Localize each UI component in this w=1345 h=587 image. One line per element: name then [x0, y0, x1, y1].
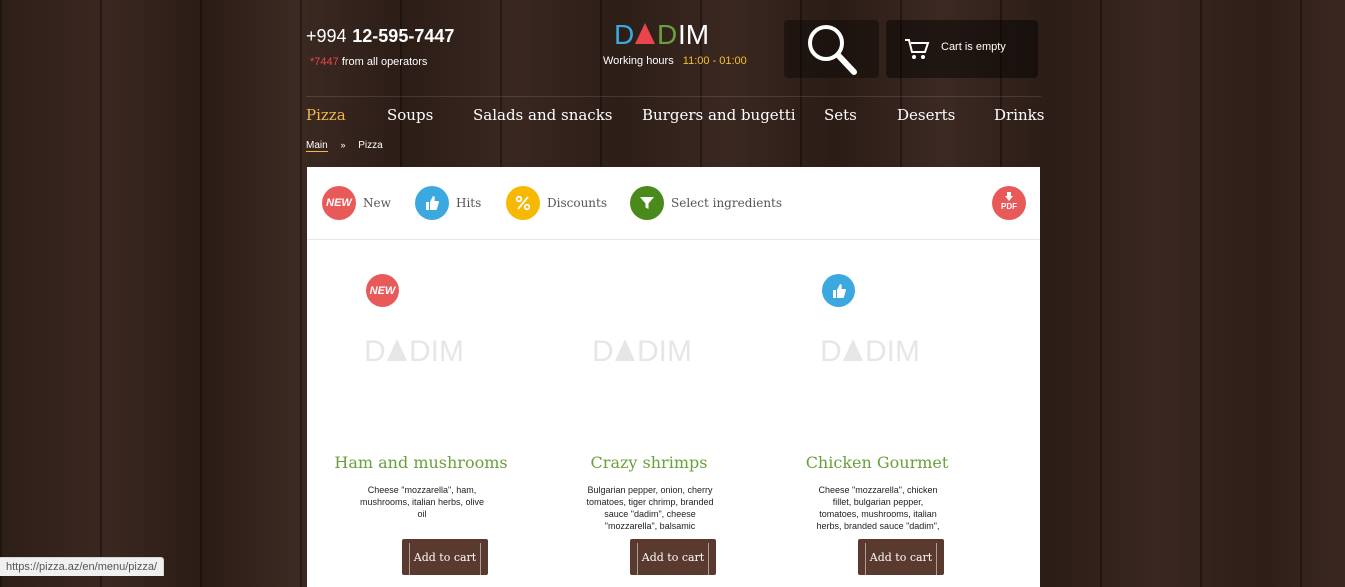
product-description: Cheese "mozzarella", ham, mushrooms, ita…: [359, 485, 485, 519]
add-to-cart-button[interactable]: Add to cart: [402, 539, 488, 575]
product-description: Bulgarian pepper, onion, cherry tomatoes…: [586, 485, 714, 531]
product-card: NEW D DIM Ham and mushrooms Cheese "mozz…: [307, 267, 535, 587]
breadcrumb-separator: »: [340, 140, 346, 150]
filter-hits-label: Hits: [456, 196, 482, 210]
cart-icon: [905, 39, 930, 59]
dadim-logo[interactable]: D D IM: [614, 18, 734, 48]
nav-drinks[interactable]: Drinks: [994, 106, 1044, 124]
phone-code: +994: [306, 26, 347, 46]
nav-pizza[interactable]: Pizza: [306, 106, 346, 124]
svg-text:DIM: DIM: [637, 335, 692, 365]
filter-bar: NEW New Hits Discounts Select ingredient…: [307, 167, 1040, 240]
filter-discounts-label: Discounts: [547, 196, 607, 210]
operators-note: *7447 from all operators: [310, 56, 427, 68]
percent-icon: [506, 186, 540, 220]
svg-text:DIM: DIM: [865, 335, 920, 365]
thumbs-up-icon: [415, 186, 449, 220]
nav-soups[interactable]: Soups: [387, 106, 433, 124]
hit-badge-icon: [822, 274, 855, 307]
product-card: D DIM Chicken Gourmet Cheese "mozzarella…: [763, 267, 991, 587]
search-button[interactable]: [784, 20, 879, 78]
breadcrumb-current: Pizza: [358, 140, 383, 151]
nav-sets[interactable]: Sets: [824, 106, 857, 124]
hours-time: 11:00 - 01:00: [682, 55, 747, 67]
phone-digits: 12-595-7447: [352, 26, 455, 46]
download-icon: [1005, 192, 1013, 201]
operators-text: from all operators: [341, 56, 428, 68]
working-hours: Working hours 11:00 - 01:00: [603, 55, 747, 67]
svg-text:IM: IM: [678, 19, 709, 48]
product-image-placeholder[interactable]: D DIM: [592, 333, 712, 365]
breadcrumb: Main » Pizza: [306, 140, 383, 152]
product-badge-text: NEW: [369, 284, 396, 297]
svg-text:D: D: [657, 19, 677, 48]
product-description: Cheese "mozzarella", chicken fillet, bul…: [816, 485, 940, 531]
cart-status: Cart is empty: [941, 41, 1006, 53]
filter-ingredients-label: Select ingredients: [671, 196, 783, 210]
product-image-placeholder[interactable]: D DIM: [364, 333, 484, 365]
menu-panel: NEW New Hits Discounts Select ingredient…: [307, 167, 1040, 587]
header-divider: [306, 96, 1041, 97]
nav-salads[interactable]: Salads and snacks: [473, 106, 613, 124]
svg-text:D: D: [592, 335, 614, 365]
product-name[interactable]: Ham and mushrooms: [307, 453, 535, 472]
filter-discounts[interactable]: Discounts: [506, 186, 607, 220]
product-card: D DIM Crazy shrimps Bulgarian pepper, on…: [535, 267, 763, 587]
filter-hits[interactable]: Hits: [415, 186, 481, 220]
pdf-download-button[interactable]: PDF: [992, 186, 1026, 220]
filter-new[interactable]: NEW New: [322, 186, 391, 220]
product-image-placeholder[interactable]: D DIM: [820, 333, 940, 365]
main-nav: Pizza Soups Salads and snacks Burgers an…: [306, 106, 1044, 128]
phone-number[interactable]: +994 12-595-7447: [306, 26, 454, 47]
filter-new-label: New: [363, 196, 391, 210]
filter-ingredients[interactable]: Select ingredients: [630, 186, 782, 220]
pdf-label: PDF: [1001, 202, 1017, 211]
nav-burgers[interactable]: Burgers and bugetti: [642, 106, 796, 124]
new-badge-icon: NEW: [322, 186, 356, 220]
product-name[interactable]: Chicken Gourmet: [763, 453, 991, 472]
breadcrumb-main[interactable]: Main: [306, 140, 328, 152]
hours-label: Working hours: [603, 55, 674, 67]
add-to-cart-button[interactable]: Add to cart: [858, 539, 944, 575]
svg-text:D: D: [820, 335, 842, 365]
svg-text:DIM: DIM: [409, 335, 464, 365]
cart-button[interactable]: Cart is empty: [886, 20, 1038, 78]
search-icon: [808, 25, 857, 75]
svg-text:D: D: [614, 19, 634, 48]
add-to-cart-button[interactable]: Add to cart: [630, 539, 716, 575]
new-badge: NEW: [366, 274, 399, 307]
filter-icon: [630, 186, 664, 220]
nav-deserts[interactable]: Deserts: [897, 106, 955, 124]
new-badge-text: NEW: [326, 197, 352, 209]
svg-text:D: D: [364, 335, 386, 365]
browser-status-url: https://pizza.az/en/menu/pizza/: [0, 557, 165, 576]
product-name[interactable]: Crazy shrimps: [535, 453, 763, 472]
short-number: *7447: [310, 56, 339, 68]
